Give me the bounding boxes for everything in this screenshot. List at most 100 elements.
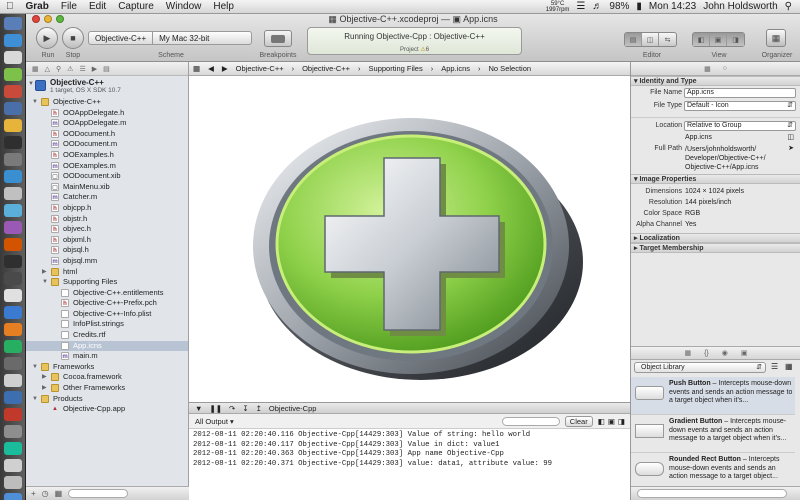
- code-snippet-icon[interactable]: {}: [704, 350, 709, 357]
- tree-item[interactable]: App.icns: [26, 340, 188, 352]
- dock-app-icon[interactable]: [4, 306, 22, 319]
- dock-app-icon[interactable]: [4, 221, 22, 234]
- tree-item[interactable]: ▼ Supporting Files: [26, 277, 188, 288]
- tree-item[interactable]: Credits.rtf: [26, 330, 188, 341]
- tree-item[interactable]: h Objective-C++-Prefix.pch: [26, 298, 188, 309]
- apple-icon[interactable]: : [0, 1, 20, 12]
- console-split-both-icon[interactable]: ▣: [608, 417, 615, 426]
- console-split-left-icon[interactable]: ◧: [598, 417, 605, 426]
- menu-edit[interactable]: Edit: [83, 1, 112, 12]
- tree-item[interactable]: h OOExamples.h: [26, 150, 188, 161]
- tree-item[interactable]: h objcpp.h: [26, 203, 188, 214]
- target-membership-header[interactable]: ▸ Target Membership: [631, 243, 800, 253]
- scm-icon[interactable]: ▦: [55, 489, 63, 498]
- run-button[interactable]: ▶: [36, 27, 58, 49]
- related-items-icon[interactable]: ▦: [189, 64, 204, 73]
- identity-header[interactable]: ▾ Identity and Type: [631, 76, 800, 86]
- tree-item[interactable]: ▶ html: [26, 267, 188, 278]
- localization-header[interactable]: ▸ Localization: [631, 233, 800, 243]
- disclosure-icon[interactable]: ▼: [32, 97, 38, 108]
- dock-app-icon[interactable]: [4, 17, 22, 30]
- project-root[interactable]: ▼ Objective-C++ 1 target, OS X SDK 10.7: [26, 76, 188, 97]
- tree-item[interactable]: InfoPlist.strings: [26, 319, 188, 330]
- tree-item[interactable]: ▲ Objective-Cpp.app: [26, 404, 188, 415]
- grid-view-icon[interactable]: ▦: [785, 362, 793, 371]
- dock-app-icon[interactable]: [4, 408, 22, 421]
- menu-user[interactable]: John Holdsworth: [703, 1, 777, 12]
- disclosure-icon[interactable]: ▶: [42, 383, 47, 394]
- crumb-project[interactable]: Objective-C++: [232, 64, 288, 73]
- battery-icon[interactable]: ▮: [636, 1, 642, 12]
- dock-app-icon[interactable]: [4, 255, 22, 268]
- dock-app-icon[interactable]: [4, 238, 22, 251]
- breakpoint-navigator-icon[interactable]: ▶: [92, 65, 97, 73]
- debug-process[interactable]: Objective-Cpp: [269, 404, 317, 413]
- scheme-selector[interactable]: Objective-C++ My Mac 32-bit: [88, 31, 252, 45]
- disclosure-icon[interactable]: ▶: [42, 372, 47, 383]
- menu-app-name[interactable]: Grab: [20, 1, 55, 12]
- file-template-icon[interactable]: ▦: [684, 349, 691, 357]
- hide-debug-icon[interactable]: ▼: [195, 404, 202, 413]
- organizer-button[interactable]: ▦: [766, 29, 786, 47]
- library-item-push-button[interactable]: Push Button – Intercepts mouse-down even…: [631, 377, 795, 415]
- project-navigator-icon[interactable]: ▦: [32, 65, 39, 73]
- tree-item[interactable]: h objvec.h: [26, 224, 188, 235]
- back-icon[interactable]: ◀: [204, 64, 218, 73]
- dock-app-icon[interactable]: [4, 51, 22, 64]
- forward-icon[interactable]: ▶: [218, 64, 232, 73]
- file-type-select[interactable]: Default - Icon ⇵: [684, 101, 796, 111]
- dock-app-icon[interactable]: [4, 136, 22, 149]
- file-name-field[interactable]: App.icns: [684, 88, 796, 98]
- tree-item[interactable]: h objxml.h: [26, 235, 188, 246]
- log-navigator-icon[interactable]: ▤: [103, 65, 110, 73]
- step-in-icon[interactable]: ↧: [242, 404, 248, 413]
- disclosure-icon[interactable]: ▶: [42, 267, 47, 278]
- dock-app-icon[interactable]: [4, 357, 22, 370]
- add-icon[interactable]: +: [31, 489, 36, 498]
- dock-app-icon[interactable]: [4, 476, 22, 489]
- tree-item[interactable]: h OODocument.h: [26, 129, 188, 140]
- crumb-folder[interactable]: Supporting Files: [365, 64, 427, 73]
- dock-app-icon[interactable]: [4, 442, 22, 455]
- dock-app-icon[interactable]: [4, 68, 22, 81]
- menu-window[interactable]: Window: [160, 1, 208, 12]
- issue-navigator-icon[interactable]: ⚠: [67, 65, 73, 73]
- media-library-icon[interactable]: ▣: [741, 349, 748, 357]
- reveal-icon[interactable]: ◫: [787, 133, 794, 141]
- tree-item[interactable]: h objstr.h: [26, 214, 188, 225]
- object-library-icon[interactable]: ◉: [722, 349, 728, 357]
- search-navigator-icon[interactable]: ⚲: [56, 65, 61, 73]
- image-properties-header[interactable]: ▾ Image Properties: [631, 174, 800, 184]
- reveal-in-finder-icon[interactable]: ➤: [788, 144, 794, 152]
- scheme-target[interactable]: Objective-C++: [89, 34, 152, 43]
- tree-item[interactable]: ▼ Objective-C++: [26, 97, 188, 108]
- dock-app-icon[interactable]: [4, 204, 22, 217]
- dock-app-icon[interactable]: [4, 272, 22, 285]
- clear-button[interactable]: Clear: [564, 415, 593, 427]
- menu-capture[interactable]: Capture: [112, 1, 160, 12]
- scheme-destination[interactable]: My Mac 32-bit: [153, 34, 215, 43]
- dock-app-icon[interactable]: [4, 340, 22, 353]
- step-over-icon[interactable]: ↷: [229, 404, 235, 413]
- tree-item[interactable]: ▶ Cocoa.framework: [26, 372, 188, 383]
- navigator-toggle-icon[interactable]: ◧: [693, 33, 710, 46]
- location-select[interactable]: Relative to Group ⇵: [684, 121, 796, 131]
- disclosure-icon[interactable]: ▼: [32, 394, 38, 405]
- dock-app-icon[interactable]: [4, 170, 22, 183]
- dock-app-icon[interactable]: [4, 187, 22, 200]
- tree-item[interactable]: ▼ Frameworks: [26, 362, 188, 373]
- dock-app-icon[interactable]: [4, 323, 22, 336]
- dock-app-icon[interactable]: [4, 85, 22, 98]
- dock-app-icon[interactable]: [4, 119, 22, 132]
- stop-button[interactable]: ■: [62, 27, 84, 49]
- menu-clock[interactable]: Mon 14:23: [649, 1, 696, 12]
- quick-help-icon[interactable]: ○: [723, 65, 727, 72]
- tree-item[interactable]: ▶ Other Frameworks: [26, 383, 188, 394]
- dock-app-icon[interactable]: [4, 34, 22, 47]
- pause-icon[interactable]: ❚❚: [209, 404, 222, 413]
- dock-app-icon[interactable]: [4, 459, 22, 472]
- tree-item[interactable]: ▢ MainMenu.xib: [26, 182, 188, 193]
- symbol-navigator-icon[interactable]: △: [45, 65, 50, 73]
- version-editor-icon[interactable]: ⇆: [659, 33, 676, 46]
- dock-app-icon[interactable]: [4, 425, 22, 438]
